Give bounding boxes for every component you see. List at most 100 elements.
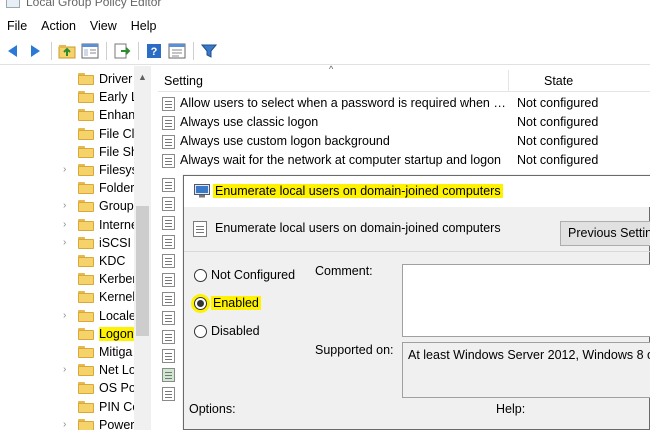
tree-item[interactable]: KDC [0,252,150,270]
tree-scrollbar[interactable]: ▲ [134,66,151,430]
policy-setting-icon [162,97,175,111]
policy-name: Enumerate local users on domain-joined c… [215,221,501,235]
menu-help[interactable]: Help [124,19,164,33]
tree-item-label: KDC [99,254,126,268]
tree-item[interactable]: Mitiga [0,343,150,361]
tree-item[interactable]: › Group [0,197,150,215]
folder-icon [78,382,94,395]
folder-icon [78,346,94,358]
tree-item-label: Folder [99,181,135,196]
state-cell: Not configured [517,115,599,129]
supported-on-label: Supported on: [315,343,394,357]
policy-setting-icon [162,273,175,287]
expand-chevron-icon[interactable]: › [63,219,71,230]
tree-item-label: Locale [99,308,136,323]
table-row[interactable]: Always wait for the network at computer … [158,151,650,170]
menu-file[interactable]: File [0,19,34,33]
column-header-setting[interactable]: Setting [164,74,203,88]
folder-icon [78,418,94,430]
folder-icon [78,273,94,286]
column-header-state[interactable]: State [544,74,573,88]
expand-chevron-icon[interactable]: › [63,365,71,375]
radio-circle[interactable] [194,269,207,282]
forward-arrow-icon[interactable] [25,41,45,61]
tree-item[interactable]: OS Pol [0,379,150,397]
table-row[interactable]: Allow users to select when a password is… [158,94,650,113]
tree-item-label: Mitiga [99,345,133,359]
show-hide-tree-icon[interactable] [80,41,100,61]
folder-icon [78,400,94,413]
folder-icon [78,236,94,249]
radio-circle[interactable] [194,325,207,338]
tree-item[interactable]: › Interne [0,216,150,234]
toolbar-separator [51,42,52,60]
tree-item[interactable]: Logon [0,325,150,343]
dialog-title-bar: Enumerate local users on domain-joined c… [184,176,650,207]
tree-item[interactable]: Early L [0,88,150,106]
setting-cell: Always wait for the network at computer … [180,153,501,167]
title-bar: Local Group Policy Editor [0,0,650,14]
expand-chevron-icon[interactable]: › [63,419,71,430]
toolbar-separator [106,42,107,60]
radio-label: Enabled [211,296,261,310]
tree-item[interactable]: Enhan [0,106,150,124]
tree-item[interactable]: File Sh [0,143,150,161]
list-header: ^ Setting State [158,64,650,92]
radio-not-configured[interactable]: Not Configured [194,267,314,285]
expand-chevron-icon[interactable]: › [63,237,71,248]
help-icon[interactable]: ? [144,41,164,61]
tree-item-label: Kerber [99,272,137,287]
toolbar-divider [0,64,650,65]
tree-item[interactable]: › iSCSI [0,234,150,252]
policy-setting-icon [162,154,175,168]
setting-cell: Always use classic logon [180,115,319,129]
tree-item[interactable]: › Locale [0,307,150,325]
tree-item[interactable]: Driver [0,70,150,88]
folder-icon [78,145,94,158]
column-separator[interactable] [508,70,509,92]
tree-item-label: Logon [99,326,137,341]
tree-item[interactable]: Folder [0,179,150,197]
policy-setting-icon [162,387,175,401]
sort-ascending-icon: ^ [329,64,334,74]
tree-item[interactable]: Kernel [0,288,150,306]
back-arrow-icon[interactable] [2,41,22,61]
up-folder-icon[interactable] [57,41,77,61]
radio-disabled[interactable]: Disabled [194,323,314,341]
tree-item-label: Enhan [99,108,136,123]
menu-view[interactable]: View [83,19,124,33]
folder-icon [78,164,94,176]
comment-textarea[interactable] [402,264,650,337]
folder-icon [78,309,94,322]
radio-circle[interactable] [194,297,207,310]
options-label: Options: [189,402,236,416]
tree-item-label: Group [99,199,134,214]
export-list-icon[interactable] [112,41,132,61]
folder-icon [78,327,94,340]
table-row[interactable]: Always use custom logon background Not co… [158,132,650,151]
table-row[interactable]: Always use classic logon Not configured [158,113,650,132]
toolbar-separator [138,42,139,60]
policy-setting-icon [162,292,175,306]
scroll-up-icon[interactable]: ▲ [138,72,147,82]
tree-item[interactable]: › Net Lo [0,361,150,379]
policy-setting-icon [162,330,175,344]
tree-item[interactable]: › Filesys [0,161,150,179]
expand-chevron-icon[interactable]: › [63,310,71,321]
scroll-thumb[interactable] [136,206,149,336]
tree-item[interactable]: › Power [0,416,150,430]
tree-item[interactable]: Kerber [0,270,150,288]
properties-icon[interactable] [167,41,187,61]
filter-icon[interactable] [199,41,219,61]
expand-chevron-icon[interactable]: › [63,201,71,211]
folder-icon [78,218,94,231]
radio-enabled[interactable]: Enabled [194,295,314,313]
menu-action[interactable]: Action [34,19,83,33]
tree-item[interactable]: File Cla [0,125,150,143]
tree-item[interactable]: PIN Co [0,398,150,416]
previous-setting-button[interactable]: Previous Setting [560,221,650,246]
expand-chevron-icon[interactable]: › [63,165,71,175]
folder-icon [78,127,94,140]
dialog-title: Enumerate local users on domain-joined c… [213,184,503,198]
policy-setting-icon [162,135,175,149]
